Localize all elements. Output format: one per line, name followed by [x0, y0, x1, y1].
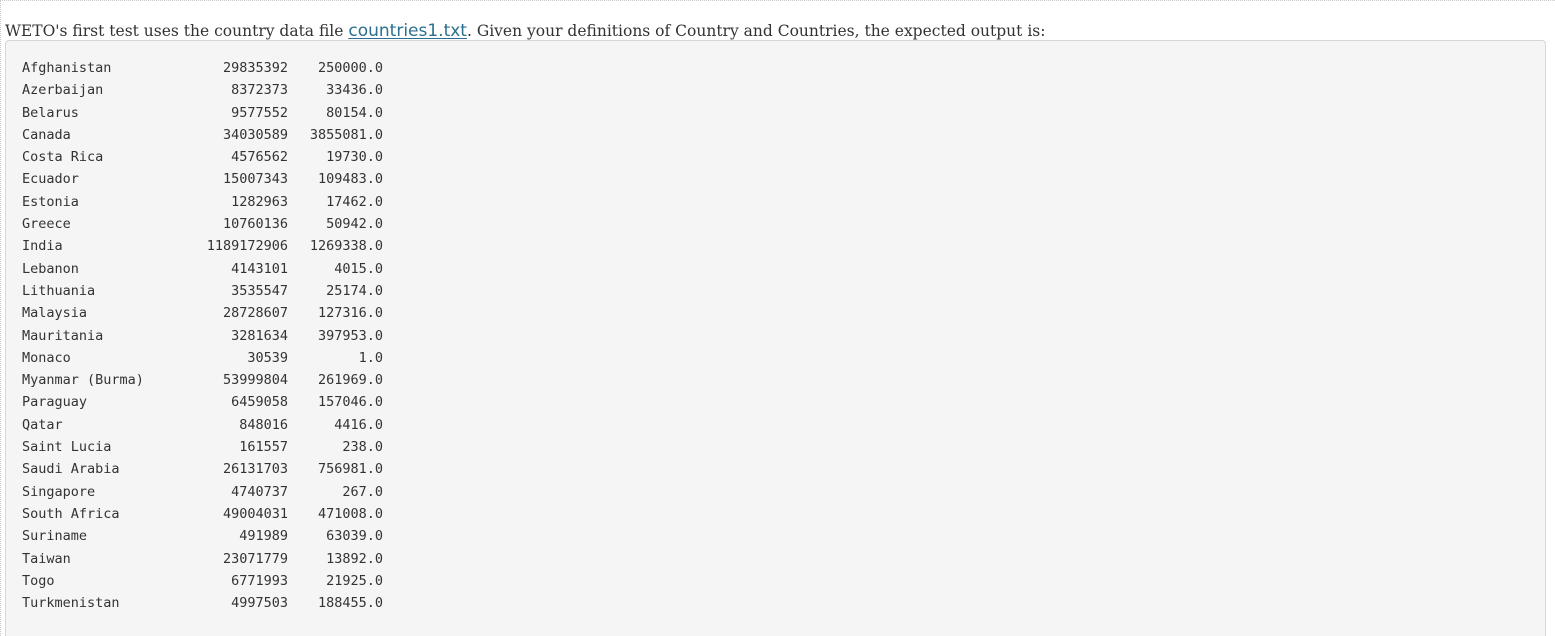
country-population: 15007343 [222, 171, 288, 188]
country-name: Afghanistan [22, 60, 112, 76]
country-population: 28728607 [222, 305, 288, 322]
country-name: Belarus [22, 104, 79, 121]
country-name: Costa Rica [22, 149, 104, 166]
country-population: 6459058 [231, 394, 288, 411]
country-area: 80154.0 [326, 104, 383, 121]
country-area: 756981.0 [317, 461, 383, 478]
country-population: 6771993 [231, 572, 288, 589]
country-area: 25174.0 [326, 282, 383, 299]
country-population: 848016 [239, 416, 288, 433]
country-name: Canada [22, 126, 71, 143]
country-area: 17462.0 [326, 193, 383, 210]
country-area: 127316.0 [317, 305, 383, 322]
country-area: 471008.0 [317, 505, 383, 522]
country-name: Greece [22, 216, 71, 233]
country-population: 34030589 [222, 126, 288, 143]
country-population: 53999804 [222, 372, 288, 389]
country-area: 1269338.0 [309, 238, 383, 255]
country-name: Taiwan [22, 550, 71, 567]
country-name: Paraguay [22, 394, 88, 411]
country-area: 238.0 [342, 439, 383, 456]
country-area: 50942.0 [326, 216, 383, 233]
country-area: 63039.0 [326, 528, 383, 545]
country-area: 261969.0 [317, 372, 383, 389]
country-name: Monaco [22, 349, 71, 366]
country-population: 161557 [239, 439, 288, 456]
country-area: 109483.0 [317, 171, 383, 188]
country-population: 4997503 [231, 595, 288, 612]
country-area: 1.0 [358, 349, 383, 366]
country-name: Myanmar (Burma) [22, 372, 144, 389]
country-area: 13892.0 [326, 550, 383, 567]
country-population: 10760136 [222, 216, 288, 233]
countries1-txt-link[interactable]: countries1.txt [348, 21, 467, 41]
country-population: 23071779 [222, 550, 288, 567]
country-name: Lebanon [22, 260, 79, 277]
country-name: Mauritania [22, 327, 104, 344]
country-area: 3855081.0 [309, 126, 383, 143]
country-area: 188455.0 [317, 595, 383, 612]
country-area: 33436.0 [326, 82, 383, 99]
country-population: 1189172906 [206, 238, 288, 255]
country-area: 4015.0 [334, 260, 383, 277]
country-area: 19730.0 [326, 149, 383, 166]
country-population: 8372373 [231, 82, 288, 99]
country-population: 4576562 [231, 149, 288, 166]
country-name: Togo [22, 572, 55, 589]
country-population: 26131703 [222, 461, 288, 478]
country-area: 4416.0 [334, 416, 383, 433]
country-population: 29835392 [222, 60, 288, 76]
intro-paragraph: WETO's first test uses the country data … [5, 20, 1045, 42]
country-area: 267.0 [342, 483, 383, 500]
country-name: Suriname [22, 528, 88, 545]
country-name: Singapore [22, 483, 96, 500]
country-population: 49004031 [222, 505, 288, 522]
country-population: 9577552 [231, 104, 288, 121]
country-population: 4740737 [231, 483, 288, 500]
country-name: Ecuador [22, 171, 79, 188]
country-population: 30539 [247, 349, 288, 366]
country-name: India [22, 238, 63, 255]
intro-text-after-link: . Given your definitions of Country and … [466, 21, 1046, 40]
intro-text-before-link: WETO's first test uses the country data … [5, 21, 349, 40]
country-population: 3535547 [231, 282, 288, 299]
expected-output-block: Afghanistan 29835392 250000.0 Azerbaijan 837… [5, 40, 1546, 636]
country-population: 1282963 [231, 193, 288, 210]
country-area: 397953.0 [317, 327, 383, 344]
country-name: Qatar [22, 416, 63, 433]
country-name: Saudi Arabia [22, 461, 120, 478]
country-area: 157046.0 [317, 394, 383, 411]
country-population: 491989 [239, 528, 288, 545]
country-name: Saint Lucia [22, 439, 112, 456]
country-population: 3281634 [231, 327, 288, 344]
country-population: 4143101 [231, 260, 288, 277]
country-area: 21925.0 [326, 572, 383, 589]
country-area: 250000.0 [317, 60, 383, 76]
country-name: Estonia [22, 193, 79, 210]
country-name: Azerbaijan [22, 82, 104, 99]
country-name: South Africa [22, 505, 120, 522]
country-name: Lithuania [22, 282, 96, 299]
country-name: Turkmenistan [22, 595, 120, 612]
country-name: Malaysia [22, 305, 88, 322]
